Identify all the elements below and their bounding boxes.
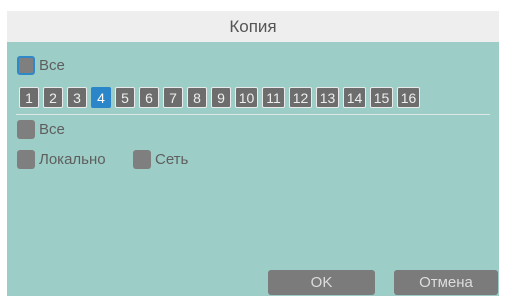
channel-8-button[interactable]: 8 xyxy=(187,87,207,108)
channel-11-button[interactable]: 11 xyxy=(262,87,285,108)
local-checkbox[interactable] xyxy=(17,150,35,169)
channel-10-button[interactable]: 10 xyxy=(235,87,258,108)
network-label: Сеть xyxy=(155,151,189,168)
channels-all-label: Все xyxy=(39,57,65,74)
channel-16-button[interactable]: 16 xyxy=(397,87,420,108)
dialog-titlebar: Копия xyxy=(7,11,499,42)
copy-dialog: Копия Все 1 2 3 4 5 6 7 8 9 10 11 12 13 … xyxy=(7,11,499,296)
local-label: Локально xyxy=(39,151,106,168)
local-row: Локально xyxy=(17,150,106,169)
dialog-title: Копия xyxy=(229,16,277,36)
targets-all-checkbox[interactable] xyxy=(17,120,35,139)
cancel-button[interactable]: Отмена xyxy=(394,270,498,295)
channel-3-button[interactable]: 3 xyxy=(67,87,87,108)
ok-button[interactable]: OK xyxy=(268,270,375,295)
channel-12-button[interactable]: 12 xyxy=(289,87,312,108)
targets-all-label: Все xyxy=(39,121,65,138)
channel-5-button[interactable]: 5 xyxy=(115,87,135,108)
channel-1-button[interactable]: 1 xyxy=(19,87,39,108)
channel-selector: 1 2 3 4 5 6 7 8 9 10 11 12 13 14 15 16 xyxy=(19,87,424,108)
channel-13-button[interactable]: 13 xyxy=(316,87,339,108)
network-row: Сеть xyxy=(133,150,188,169)
section-divider xyxy=(16,114,490,115)
channel-2-button[interactable]: 2 xyxy=(43,87,63,108)
channels-all-row: Все xyxy=(17,56,65,75)
network-checkbox[interactable] xyxy=(133,150,151,169)
channel-4-button[interactable]: 4 xyxy=(91,87,111,108)
channel-14-button[interactable]: 14 xyxy=(343,87,366,108)
channel-9-button[interactable]: 9 xyxy=(211,87,231,108)
channel-6-button[interactable]: 6 xyxy=(139,87,159,108)
targets-all-row: Все xyxy=(17,120,65,139)
channel-7-button[interactable]: 7 xyxy=(163,87,183,108)
channels-all-checkbox[interactable] xyxy=(17,56,35,75)
channel-15-button[interactable]: 15 xyxy=(370,87,393,108)
